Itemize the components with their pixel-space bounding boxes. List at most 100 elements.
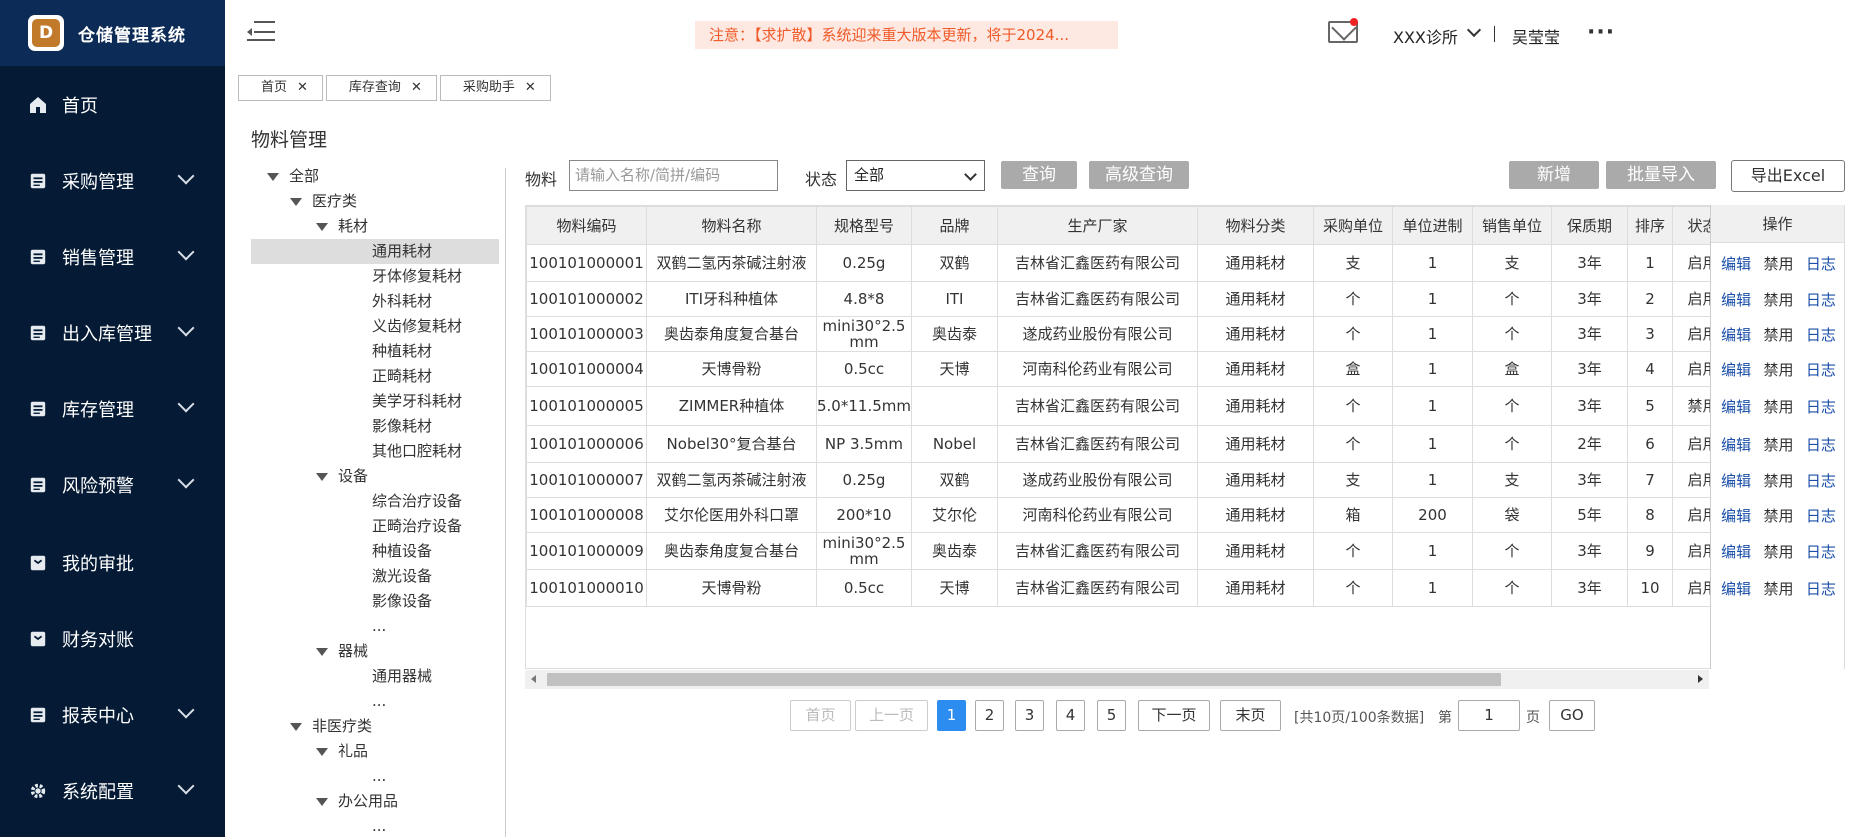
caret-down-icon[interactable] (290, 722, 302, 731)
go-button[interactable]: GO (1549, 700, 1595, 731)
user-name[interactable]: 吴莹莹 (1512, 24, 1560, 48)
log-link[interactable]: 日志 (1806, 541, 1836, 562)
sidebar-item-7[interactable]: 财务对账 (0, 609, 225, 669)
tab-home[interactable]: 首页 ✕ (238, 75, 323, 101)
log-link[interactable]: 日志 (1806, 434, 1836, 455)
close-icon[interactable]: ✕ (297, 76, 308, 100)
tree-item[interactable]: 种植耗材 (372, 339, 432, 364)
sidebar-item-6[interactable]: 我的审批 (0, 533, 225, 593)
first-page-button[interactable]: 首页 (790, 700, 851, 731)
tree-all[interactable]: 全部 (267, 164, 319, 189)
goto-page-input[interactable]: 1 (1458, 700, 1520, 731)
log-link[interactable]: 日志 (1806, 505, 1836, 526)
page-5-button[interactable]: 5 (1097, 700, 1126, 731)
close-icon[interactable]: ✕ (411, 76, 422, 100)
caret-down-icon[interactable] (290, 197, 302, 206)
advanced-query-button[interactable]: 高级查询 (1089, 161, 1189, 189)
chevron-down-icon[interactable] (177, 777, 195, 795)
chevron-down-icon[interactable] (177, 701, 195, 719)
sidebar-item-9[interactable]: 系统配置 (0, 761, 225, 821)
log-link[interactable]: 日志 (1806, 470, 1836, 491)
edit-link[interactable]: 编辑 (1721, 396, 1751, 417)
log-link[interactable]: 日志 (1806, 289, 1836, 310)
table-row[interactable]: 100101000008 艾尔伦医用外科口罩 200*10 艾尔伦 河南科伦药业有限公司… (526, 497, 1733, 533)
log-link[interactable]: 日志 (1806, 578, 1836, 599)
tree-more[interactable]: ... (372, 689, 386, 714)
chevron-down-icon[interactable] (177, 319, 195, 337)
tree-item[interactable]: 通用器械 (372, 664, 432, 689)
tree-item[interactable]: 牙体修复耗材 (372, 264, 462, 289)
table-row[interactable]: 100101000005 ZIMMER种植体 5.0*11.5mm 吉林省汇鑫医药有限… (526, 386, 1733, 426)
scroll-left-icon[interactable] (531, 675, 536, 683)
tree-item[interactable]: 其他口腔耗材 (372, 439, 462, 464)
tree-item[interactable]: 影像设备 (372, 589, 432, 614)
table-row[interactable]: 100101000004 天博骨粉 0.5cc 天博 河南科伦药业有限公司 通用耗材盒 1 盒… (526, 351, 1733, 387)
disable-link[interactable]: 禁用 (1763, 434, 1793, 455)
app-logo-area[interactable]: D 仓储管理系统 (0, 0, 225, 66)
next-page-button[interactable]: 下一页 (1138, 700, 1210, 731)
disable-link[interactable]: 禁用 (1763, 396, 1793, 417)
tree-item[interactable]: 外科耗材 (372, 289, 432, 314)
disable-link[interactable]: 禁用 (1763, 359, 1793, 380)
horizontal-scrollbar[interactable] (525, 670, 1709, 689)
tree-item[interactable]: 激光设备 (372, 564, 432, 589)
chevron-down-icon[interactable] (177, 167, 195, 185)
edit-link[interactable]: 编辑 (1721, 434, 1751, 455)
log-link[interactable]: 日志 (1806, 396, 1836, 417)
sidebar-item-8[interactable]: 报表中心 (0, 685, 225, 745)
edit-link[interactable]: 编辑 (1721, 505, 1751, 526)
batch-import-button[interactable]: 批量导入 (1606, 161, 1716, 189)
tree-nonmedical[interactable]: 非医疗类 (290, 714, 372, 739)
page-4-button[interactable]: 4 (1056, 700, 1085, 731)
collapse-menu-icon[interactable] (247, 21, 275, 43)
caret-down-icon[interactable] (316, 222, 328, 231)
caret-down-icon[interactable] (316, 747, 328, 756)
tree-item[interactable]: 影像耗材 (372, 414, 432, 439)
edit-link[interactable]: 编辑 (1721, 541, 1751, 562)
edit-link[interactable]: 编辑 (1721, 359, 1751, 380)
edit-link[interactable]: 编辑 (1721, 253, 1751, 274)
tree-equipment[interactable]: 设备 (316, 464, 368, 489)
table-row[interactable]: 100101000010 天博骨粉 0.5cc 天博 吉林省汇鑫医药有限公司 通用耗材个 1… (526, 569, 1733, 607)
disable-link[interactable]: 禁用 (1763, 289, 1793, 310)
tree-more[interactable]: ... (372, 764, 386, 789)
tree-item[interactable]: 种植设备 (372, 539, 432, 564)
page-1-button[interactable]: 1 (937, 700, 966, 731)
caret-down-icon[interactable] (316, 472, 328, 481)
log-link[interactable]: 日志 (1806, 253, 1836, 274)
last-page-button[interactable]: 末页 (1220, 700, 1281, 731)
more-icon[interactable]: ··· (1587, 20, 1615, 45)
sidebar-item-4[interactable]: 库存管理 (0, 379, 225, 439)
table-row[interactable]: 100101000007 双鹤二氢丙茶碱注射液 0.25g 双鹤 遂成药业股份有限公司通… (526, 462, 1733, 498)
tab-stock-query[interactable]: 库存查询 ✕ (325, 75, 437, 101)
page-2-button[interactable]: 2 (975, 700, 1004, 731)
edit-link[interactable]: 编辑 (1721, 289, 1751, 310)
table-row[interactable]: 100101000002 ITI牙科种植体 4.8*8 ITI 吉林省汇鑫医药有限公司通… (526, 281, 1733, 317)
disable-link[interactable]: 禁用 (1763, 253, 1793, 274)
clinic-selector[interactable]: XXX诊所 (1393, 24, 1458, 48)
sidebar-item-3[interactable]: 出入库管理 (0, 303, 225, 363)
tab-purchase-assistant[interactable]: 采购助手 ✕ (439, 75, 551, 101)
query-button[interactable]: 查询 (1001, 161, 1077, 189)
chevron-down-icon[interactable] (177, 243, 195, 261)
sidebar-item-0[interactable]: 首页 (0, 75, 225, 135)
caret-down-icon[interactable] (267, 172, 279, 181)
table-row[interactable]: 100101000006 Nobel30°复合基台 NP 3.5mm Nobel 吉林省… (526, 425, 1733, 463)
table-row[interactable]: 100101000001 双鹤二氢丙茶碱注射液 0.25g 双鹤 吉林省汇鑫医药有限公司… (526, 244, 1733, 282)
log-link[interactable]: 日志 (1806, 324, 1836, 345)
prev-page-button[interactable]: 上一页 (855, 700, 928, 731)
sidebar-item-1[interactable]: 采购管理 (0, 151, 225, 211)
scrollbar-thumb[interactable] (547, 673, 1501, 686)
tree-item[interactable]: 义齿修复耗材 (372, 314, 462, 339)
tree-office[interactable]: 办公用品 (316, 789, 398, 814)
notice-banner[interactable]: 注意：【求扩散】系统迎来重大版本更新，将于2024... (695, 21, 1118, 49)
chevron-down-icon[interactable] (177, 471, 195, 489)
log-link[interactable]: 日志 (1806, 359, 1836, 380)
close-icon[interactable]: ✕ (525, 76, 536, 100)
table-row[interactable]: 100101000003 奥齿泰角度复合基台 mini30°2.5 mm 奥齿泰 遂成药… (526, 316, 1733, 352)
tree-medical[interactable]: 医疗类 (290, 189, 357, 214)
edit-link[interactable]: 编辑 (1721, 578, 1751, 599)
tree-item[interactable]: 正畸耗材 (372, 364, 432, 389)
disable-link[interactable]: 禁用 (1763, 578, 1793, 599)
page-3-button[interactable]: 3 (1015, 700, 1044, 731)
